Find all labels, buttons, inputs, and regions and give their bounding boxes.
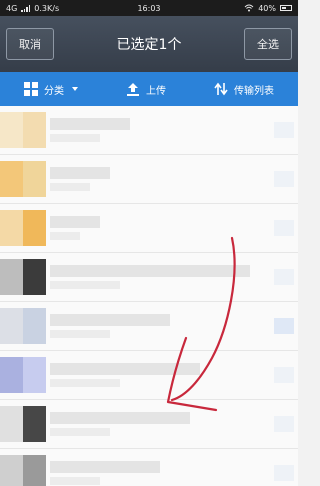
- select-checkbox[interactable]: [274, 465, 294, 481]
- file-meta-placeholder: [50, 232, 80, 240]
- status-bar: 4G 0.3K/s 16:03 40%: [0, 0, 298, 16]
- list-item[interactable]: [0, 106, 298, 155]
- category-button[interactable]: 分类: [24, 82, 78, 97]
- select-all-button[interactable]: 全选: [244, 28, 292, 60]
- file-thumbnail: [0, 112, 46, 148]
- list-item[interactable]: [0, 204, 298, 253]
- file-thumbnail: [0, 308, 46, 344]
- select-checkbox[interactable]: [274, 416, 294, 432]
- battery-icon: [280, 5, 292, 11]
- select-checkbox[interactable]: [274, 122, 294, 138]
- file-list: [0, 106, 298, 486]
- signal-icon: [21, 4, 31, 12]
- file-name-placeholder: [50, 412, 190, 424]
- action-toolbar: 分类 上传 传输列表: [0, 72, 298, 106]
- network-speed: 0.3K/s: [34, 3, 60, 13]
- file-meta-placeholder: [50, 428, 110, 436]
- cancel-label: 取消: [19, 38, 41, 51]
- select-checkbox[interactable]: [274, 220, 294, 236]
- file-name-placeholder: [50, 118, 130, 130]
- file-thumbnail: [0, 210, 46, 246]
- transfer-list-label: 传输列表: [234, 85, 274, 97]
- list-item[interactable]: [0, 400, 298, 449]
- chevron-down-icon: [72, 87, 78, 91]
- file-thumbnail: [0, 406, 46, 442]
- wifi-icon: [244, 4, 254, 12]
- select-checkbox[interactable]: [274, 367, 294, 383]
- file-meta-placeholder: [50, 477, 100, 485]
- select-all-label: 全选: [257, 38, 279, 51]
- file-name-placeholder: [50, 461, 160, 473]
- file-thumbnail: [0, 259, 46, 295]
- cancel-button[interactable]: 取消: [6, 28, 54, 60]
- file-name-placeholder: [50, 314, 170, 326]
- list-item[interactable]: [0, 351, 298, 400]
- transfer-list-button[interactable]: 传输列表: [214, 82, 274, 97]
- list-item[interactable]: [0, 449, 298, 486]
- selection-header: 取消 已选定1个 全选: [0, 16, 298, 72]
- file-thumbnail: [0, 455, 46, 486]
- file-meta-placeholder: [50, 379, 120, 387]
- select-checkbox[interactable]: [274, 171, 294, 187]
- list-item[interactable]: [0, 155, 298, 204]
- file-name-placeholder: [50, 265, 250, 277]
- upload-icon: [127, 83, 139, 96]
- file-thumbnail: [0, 357, 46, 393]
- network-type: 4G: [6, 3, 18, 13]
- battery-percent: 40%: [258, 3, 276, 13]
- select-checkbox[interactable]: [274, 318, 294, 334]
- file-meta-placeholder: [50, 134, 100, 142]
- page-title: 已选定1个: [116, 37, 182, 53]
- file-name-placeholder: [50, 167, 110, 179]
- file-thumbnail: [0, 161, 46, 197]
- file-meta-placeholder: [50, 330, 110, 338]
- file-meta-placeholder: [50, 183, 90, 191]
- file-meta-placeholder: [50, 281, 120, 289]
- list-item[interactable]: [0, 302, 298, 351]
- select-checkbox[interactable]: [274, 269, 294, 285]
- upload-button[interactable]: 上传: [126, 82, 166, 97]
- list-item[interactable]: [0, 253, 298, 302]
- grid-icon: [24, 82, 38, 96]
- file-name-placeholder: [50, 216, 100, 228]
- category-label: 分类: [44, 85, 64, 97]
- transfer-arrows-icon: [214, 82, 228, 96]
- file-name-placeholder: [50, 363, 200, 375]
- upload-label: 上传: [146, 85, 166, 97]
